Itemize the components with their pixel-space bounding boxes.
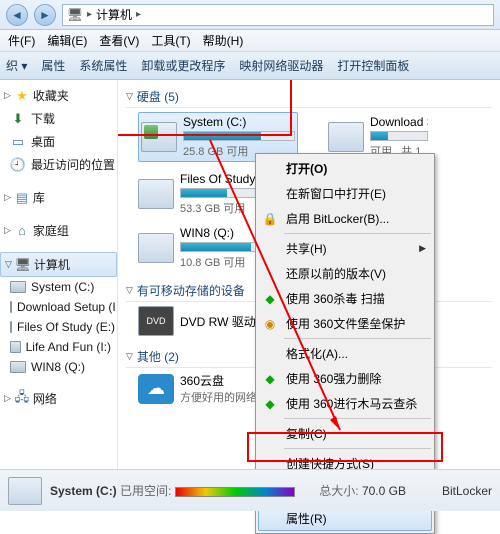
vault-icon: ◉ [262,316,278,332]
address-text: 计算机 [96,6,132,23]
status-bitlocker: BitLocker [442,484,492,498]
menu-file[interactable]: 件(F) [4,30,39,51]
sidebar-network[interactable]: ▷🖧网络 [0,387,117,410]
menu-tools[interactable]: 工具(T) [147,30,194,51]
separator [284,418,431,419]
dvd-icon: DVD [138,306,174,336]
ctx-format[interactable]: 格式化(A)... [258,341,432,366]
drive-icon [10,341,21,353]
drive-icon [328,122,364,152]
drive-icon [10,281,26,293]
ctx-360scan[interactable]: ◆使用 360杀毒 扫描 [258,286,432,311]
menu-view[interactable]: 查看(V) [95,30,143,51]
separator [284,338,431,339]
drive-icon [10,301,12,313]
ctx-360vault[interactable]: ◉使用 360文件堡垒保护 [258,311,432,336]
star-icon: ★ [14,88,30,104]
computer-icon: 🖥 [15,257,31,273]
toolbar: 织 ▾ 属性 系统属性 卸载或更改程序 映射网络驱动器 打开控制面板 [0,52,500,80]
cloud-icon: ☁ [138,374,174,404]
drive-icon [138,179,174,209]
menu-help[interactable]: 帮助(H) [199,30,248,51]
address-bar[interactable]: 🖥 ▸ 计算机 ▸ [62,4,494,26]
statusbar: System (C:) 已用空间: 总大小: 70.0 GB BitLocker [0,469,500,511]
sidebar-downloads[interactable]: ⬇下载 [0,107,117,130]
shield-icon: ◆ [262,291,278,307]
sidebar: ▷★收藏夹 ⬇下载 ▭桌面 🕘最近访问的位置 ▷▤库 ▷⌂家庭组 ▽🖥计算机 S… [0,80,118,490]
nav-back-button[interactable]: ◄ [6,4,28,26]
ctx-360del[interactable]: ◆使用 360强力删除 [258,366,432,391]
ctx-open-new[interactable]: 在新窗口中打开(E) [258,181,432,206]
chevron-right-icon: ▶ [419,243,426,254]
ctx-360trojan[interactable]: ◆使用 360进行木马云查杀 [258,391,432,416]
tool-mapdrive[interactable]: 映射网络驱动器 [239,57,323,74]
network-icon: 🖧 [14,391,30,407]
tool-props[interactable]: 属性 [41,57,65,74]
sidebar-home[interactable]: ▷⌂家庭组 [0,219,117,242]
chevron-right-icon: ▸ [136,9,141,20]
tool-organize[interactable]: 织 ▾ [6,57,27,74]
desktop-icon: ▭ [10,134,26,150]
group-hdd[interactable]: ▽硬盘 (5) [126,86,492,108]
sidebar-recent[interactable]: 🕘最近访问的位置 [0,153,117,176]
ctx-copy[interactable]: 复制(C) [258,421,432,446]
titlebar: ◄ ► 🖥 ▸ 计算机 ▸ [0,0,500,30]
ctx-bitlocker[interactable]: 🔒启用 BitLocker(B)... [258,206,432,231]
sidebar-drive-win8[interactable]: WIN8 (Q:) [0,357,117,377]
sidebar-computer[interactable]: ▽🖥计算机 [0,252,117,277]
sidebar-fav[interactable]: ▷★收藏夹 [0,84,117,107]
nav-fwd-button[interactable]: ► [34,4,56,26]
homegroup-icon: ⌂ [14,223,30,239]
drive-icon [141,122,177,152]
drive-icon [8,477,42,505]
separator [284,233,431,234]
computer-icon: 🖥 [67,7,83,23]
drive-icon [10,321,12,333]
chevron-right-icon: ▸ [87,9,92,20]
drive-icon [138,233,174,263]
sidebar-drive-download[interactable]: Download Setup (I [0,297,117,317]
sidebar-lib[interactable]: ▷▤库 [0,186,117,209]
library-icon: ▤ [14,190,30,206]
ctx-share[interactable]: 共享(H)▶ [258,236,432,261]
recent-icon: 🕘 [10,157,26,173]
sidebar-drive-c[interactable]: System (C:) [0,277,117,297]
download-icon: ⬇ [10,111,26,127]
delete-icon: ◆ [262,371,278,387]
separator [284,448,431,449]
drive-icon [10,361,26,373]
tool-cpanel[interactable]: 打开控制面板 [337,57,409,74]
tool-uninstall[interactable]: 卸载或更改程序 [141,57,225,74]
sidebar-drive-study[interactable]: Files Of Study (E:) [0,317,117,337]
sidebar-drive-fun[interactable]: Life And Fun (I:) [0,337,117,357]
sidebar-desktop[interactable]: ▭桌面 [0,130,117,153]
usage-strip [175,487,295,497]
scan-icon: ◆ [262,396,278,412]
usage-bar [370,131,428,141]
menu-edit[interactable]: 编辑(E) [43,30,91,51]
usage-bar [183,131,295,141]
menubar: 件(F) 编辑(E) 查看(V) 工具(T) 帮助(H) [0,30,500,52]
ctx-open[interactable]: 打开(O) [258,156,432,181]
tool-sysprops[interactable]: 系统属性 [79,57,127,74]
ctx-restore[interactable]: 还原以前的版本(V) [258,261,432,286]
bitlocker-icon: 🔒 [262,211,278,227]
